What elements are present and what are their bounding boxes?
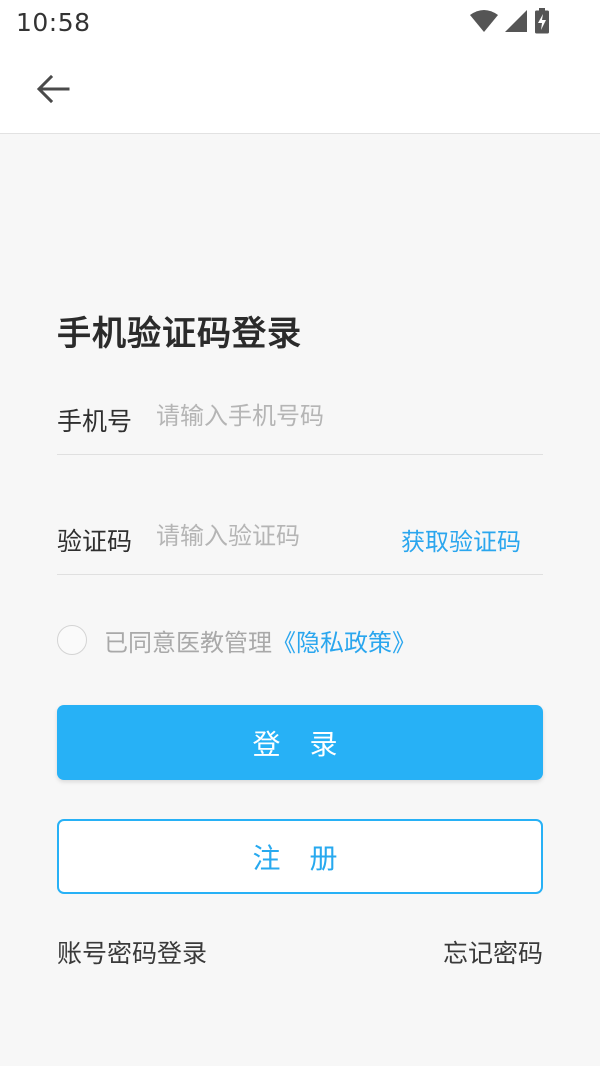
register-button[interactable]: 注 册 (57, 819, 543, 894)
status-time: 10:58 (16, 8, 91, 37)
app-bar (0, 48, 600, 134)
get-code-button[interactable]: 获取验证码 (401, 522, 521, 557)
agreement-row: 已同意医教管理 《隐私政策》 (57, 622, 416, 658)
status-icons (470, 8, 550, 38)
password-login-link[interactable]: 账号密码登录 (57, 934, 207, 970)
battery-charging-icon (534, 8, 550, 38)
agreement-text: 已同意医教管理 (104, 628, 272, 657)
wifi-icon (470, 9, 498, 37)
phone-field: 手机号 (57, 384, 543, 455)
agreement-checkbox[interactable] (57, 625, 87, 655)
back-button[interactable] (28, 68, 78, 114)
status-bar: 10:58 (0, 0, 600, 48)
page-title: 手机验证码登录 (57, 314, 302, 354)
code-field: 验证码 获取验证码 (57, 504, 543, 575)
phone-label: 手机号 (57, 407, 133, 436)
phone-input[interactable] (156, 396, 536, 436)
code-input[interactable] (156, 516, 386, 556)
code-label: 验证码 (57, 527, 133, 556)
arrow-back-icon (36, 74, 70, 108)
forgot-password-link[interactable]: 忘记密码 (443, 934, 543, 970)
privacy-policy-link[interactable]: 《隐私政策》 (272, 623, 416, 658)
signal-icon (504, 9, 528, 37)
login-button[interactable]: 登 录 (57, 705, 543, 780)
